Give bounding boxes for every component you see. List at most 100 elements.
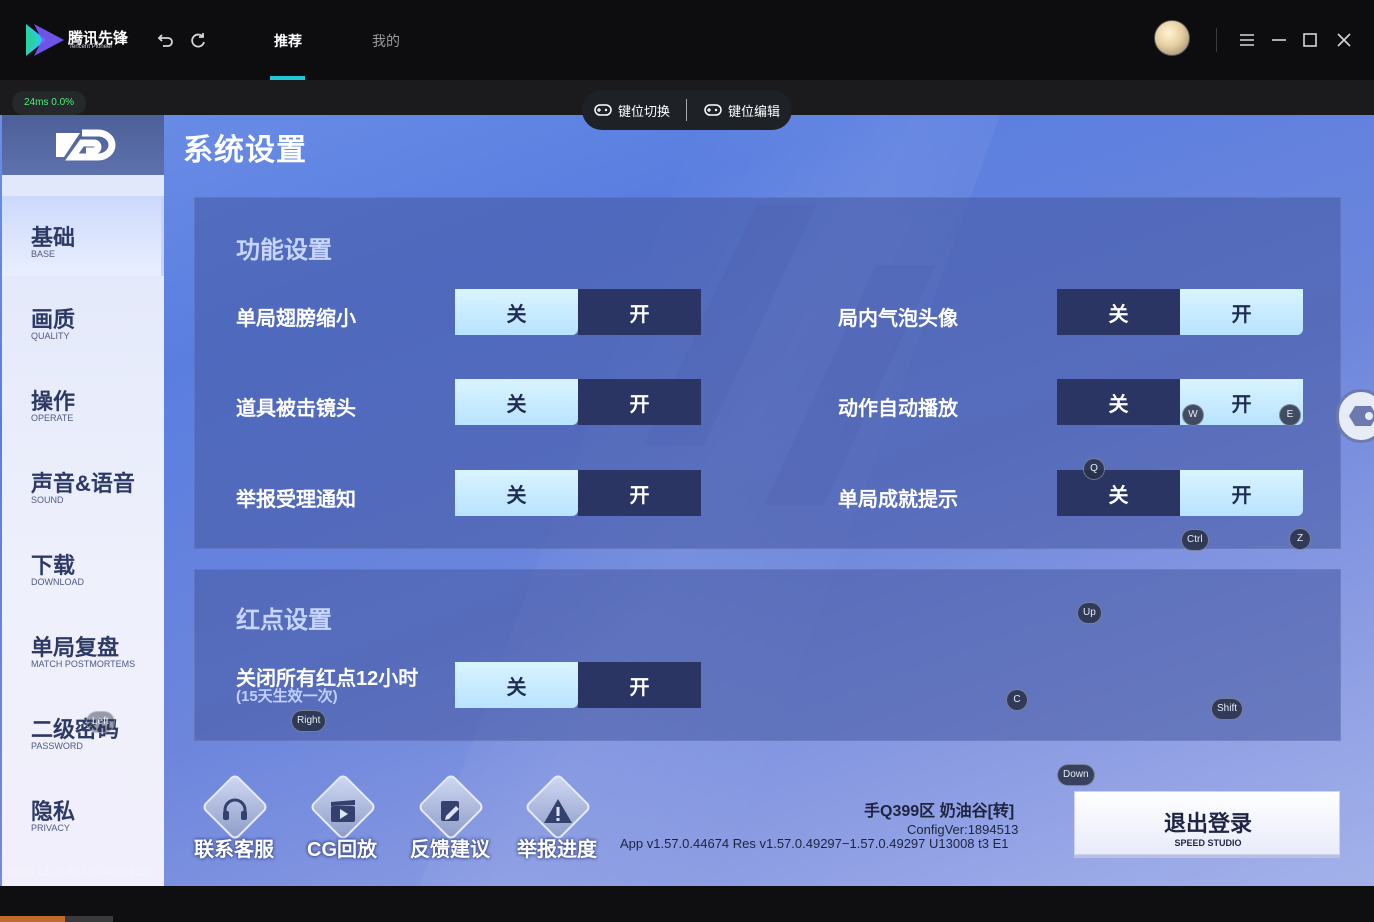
option-sublabel: (15天生效一次) (236, 688, 338, 705)
app-logo[interactable]: 腾讯先锋 Tencent Pioneer (24, 22, 128, 58)
sidebar-header (2, 115, 164, 175)
toggle-off-button[interactable]: 关 (455, 470, 578, 516)
headset-icon (223, 798, 247, 820)
game-viewport: 基础 BASE 画质 QUALITY 操作 OPERATE 声音&语音 SOUN… (0, 115, 1374, 886)
button-label: CG回放 (307, 839, 377, 861)
toggle-on-button[interactable]: 开 (1180, 470, 1303, 516)
key-hint: E (1279, 404, 1301, 426)
toggle-on-button[interactable]: 开 (578, 662, 701, 708)
sidebar-item-sublabel: PASSWORD (31, 741, 83, 751)
toggle-off-button[interactable]: 关 (1057, 289, 1180, 335)
titlebar-divider (1216, 28, 1217, 52)
sidebar-item-label: 隐私 (31, 799, 76, 824)
option-label: 局内气泡头像 (838, 308, 958, 330)
sidebar-item-operate[interactable]: 操作 OPERATE (2, 360, 164, 440)
key-hint: Ctrl (1181, 529, 1209, 551)
sidebar-item-sublabel: MATCH POSTMORTEMS (31, 659, 136, 669)
key-hint: Left (86, 711, 115, 733)
key-hint: Shift (1211, 698, 1244, 720)
sidebar-item-sublabel: OPERATE (31, 413, 74, 423)
warning-icon (544, 799, 572, 823)
settings-sidebar: 基础 BASE 画质 QUALITY 操作 OPERATE 声音&语音 SOUN… (2, 115, 164, 886)
sidebar-item-sound[interactable]: 声音&语音 SOUND (2, 442, 164, 522)
taskbar-accent (65, 916, 113, 922)
game-logo-icon (56, 129, 116, 161)
panel-title: 功能设置 (236, 237, 332, 264)
option-label: 单局成就提示 (838, 489, 958, 511)
option-label: 动作自动播放 (838, 398, 958, 420)
timestamp-uid-watermark: 08/05 13:25:30 UID:45301298 (6, 866, 154, 878)
menu-icon[interactable] (1237, 30, 1257, 50)
item-hit-camera-toggle: 关 开 (455, 379, 701, 425)
toggle-on-button[interactable]: 开 (1180, 289, 1303, 335)
taskbar-accent (0, 916, 65, 922)
key-hint: Z (1289, 528, 1311, 550)
sidebar-item-label: 单局复盘 (31, 635, 120, 660)
toggle-off-button[interactable]: 关 (1057, 379, 1180, 425)
toggle-off-button[interactable]: 关 (455, 289, 578, 335)
sidebar-item-label: 操作 (31, 389, 76, 414)
logo-subtext: Tencent Pioneer (69, 44, 113, 50)
auto-action-toggle: 关 开 (1057, 379, 1303, 425)
sidebar-item-quality[interactable]: 画质 QUALITY (2, 278, 164, 358)
tab-recommend[interactable]: 推荐 (274, 31, 302, 51)
sidebar-item-privacy[interactable]: 隐私 PRIVACY (2, 770, 164, 850)
function-settings-panel: 功能设置 单局翅膀缩小 关 开 道具被击镜头 关 开 举报受理通知 关 开 局内… (194, 197, 1341, 549)
tab-mine[interactable]: 我的 (372, 31, 400, 51)
close-icon[interactable] (1334, 30, 1354, 50)
sidebar-item-sublabel: PRIVACY (31, 823, 70, 833)
user-avatar[interactable] (1154, 20, 1190, 56)
panel-title: 红点设置 (236, 607, 332, 634)
keymap-switch-button[interactable]: 键位切换 (618, 101, 670, 120)
sidebar-item-download[interactable]: 下载 DOWNLOAD (2, 524, 164, 604)
logout-button[interactable]: 退出登录 SPEED STUDIO (1074, 791, 1340, 855)
pencil-icon (441, 801, 459, 821)
key-hint: Q (1083, 458, 1105, 480)
gamepad-icon (594, 104, 612, 116)
option-label: 举报受理通知 (236, 489, 356, 511)
sidebar-item-label: 基础 (31, 225, 76, 250)
floating-menu-handle[interactable] (1336, 389, 1374, 443)
toggle-off-button[interactable]: 关 (1057, 470, 1180, 516)
keymap-toolbar: 键位切换 键位编辑 (582, 90, 792, 130)
gamepad-edit-icon (704, 104, 722, 116)
sidebar-item-sublabel: DOWNLOAD (31, 577, 85, 587)
button-label: 举报进度 (517, 839, 597, 861)
redpoint-settings-panel: 红点设置 关闭所有红点12小时 (15天生效一次) 关 开 (194, 569, 1341, 741)
key-hint: Right (291, 710, 327, 732)
close-redpoints-toggle: 关 开 (455, 662, 701, 708)
refresh-icon[interactable] (188, 30, 208, 50)
toggle-on-button[interactable]: 开 (578, 470, 701, 516)
back-icon[interactable] (156, 30, 176, 50)
key-hint: Up (1077, 602, 1102, 624)
keymap-edit-button[interactable]: 键位编辑 (728, 101, 780, 120)
button-label: 反馈建议 (410, 839, 490, 861)
feedback-button[interactable]: 反馈建议 (405, 773, 495, 863)
toggle-off-button[interactable]: 关 (455, 662, 578, 708)
sidebar-item-label: 画质 (31, 307, 76, 332)
maximize-icon[interactable] (1300, 30, 1320, 50)
sidebar-item-password[interactable]: 二级密码 PASSWORD (2, 688, 164, 768)
toggle-off-button[interactable]: 关 (455, 379, 578, 425)
cg-replay-button[interactable]: CG回放 (297, 773, 387, 863)
contact-support-button[interactable]: 联系客服 (189, 773, 279, 863)
toggle-on-button[interactable]: 开 (578, 379, 701, 425)
sidebar-item-sublabel: QUALITY (31, 331, 70, 341)
minimize-icon[interactable] (1269, 30, 1289, 50)
wing-shrink-toggle: 关 开 (455, 289, 701, 335)
clapperboard-icon (331, 800, 355, 822)
app-version: App v1.57.0.44674 Res v1.57.0.49297−1.57… (620, 836, 1009, 851)
bottom-bar (0, 886, 1374, 922)
hexagon-icon (1349, 406, 1374, 426)
toggle-on-button[interactable]: 开 (578, 289, 701, 335)
sidebar-item-label: 声音&语音 (31, 471, 135, 496)
report-progress-button[interactable]: 举报进度 (512, 773, 602, 863)
server-name: 手Q399区 奶油谷[转] (864, 803, 1015, 820)
app-window: 腾讯先锋 Tencent Pioneer 推荐 我的 24ms 0.0% 键位切… (0, 0, 1374, 922)
sidebar-item-base[interactable]: 基础 BASE (2, 196, 164, 276)
report-notice-toggle: 关 开 (455, 470, 701, 516)
key-hint: W (1182, 404, 1204, 426)
sidebar-item-match-postmortems[interactable]: 单局复盘 MATCH POSTMORTEMS (2, 606, 164, 686)
bubble-avatar-toggle: 关 开 (1057, 289, 1303, 335)
sidebar-item-label: 下载 (31, 553, 76, 578)
